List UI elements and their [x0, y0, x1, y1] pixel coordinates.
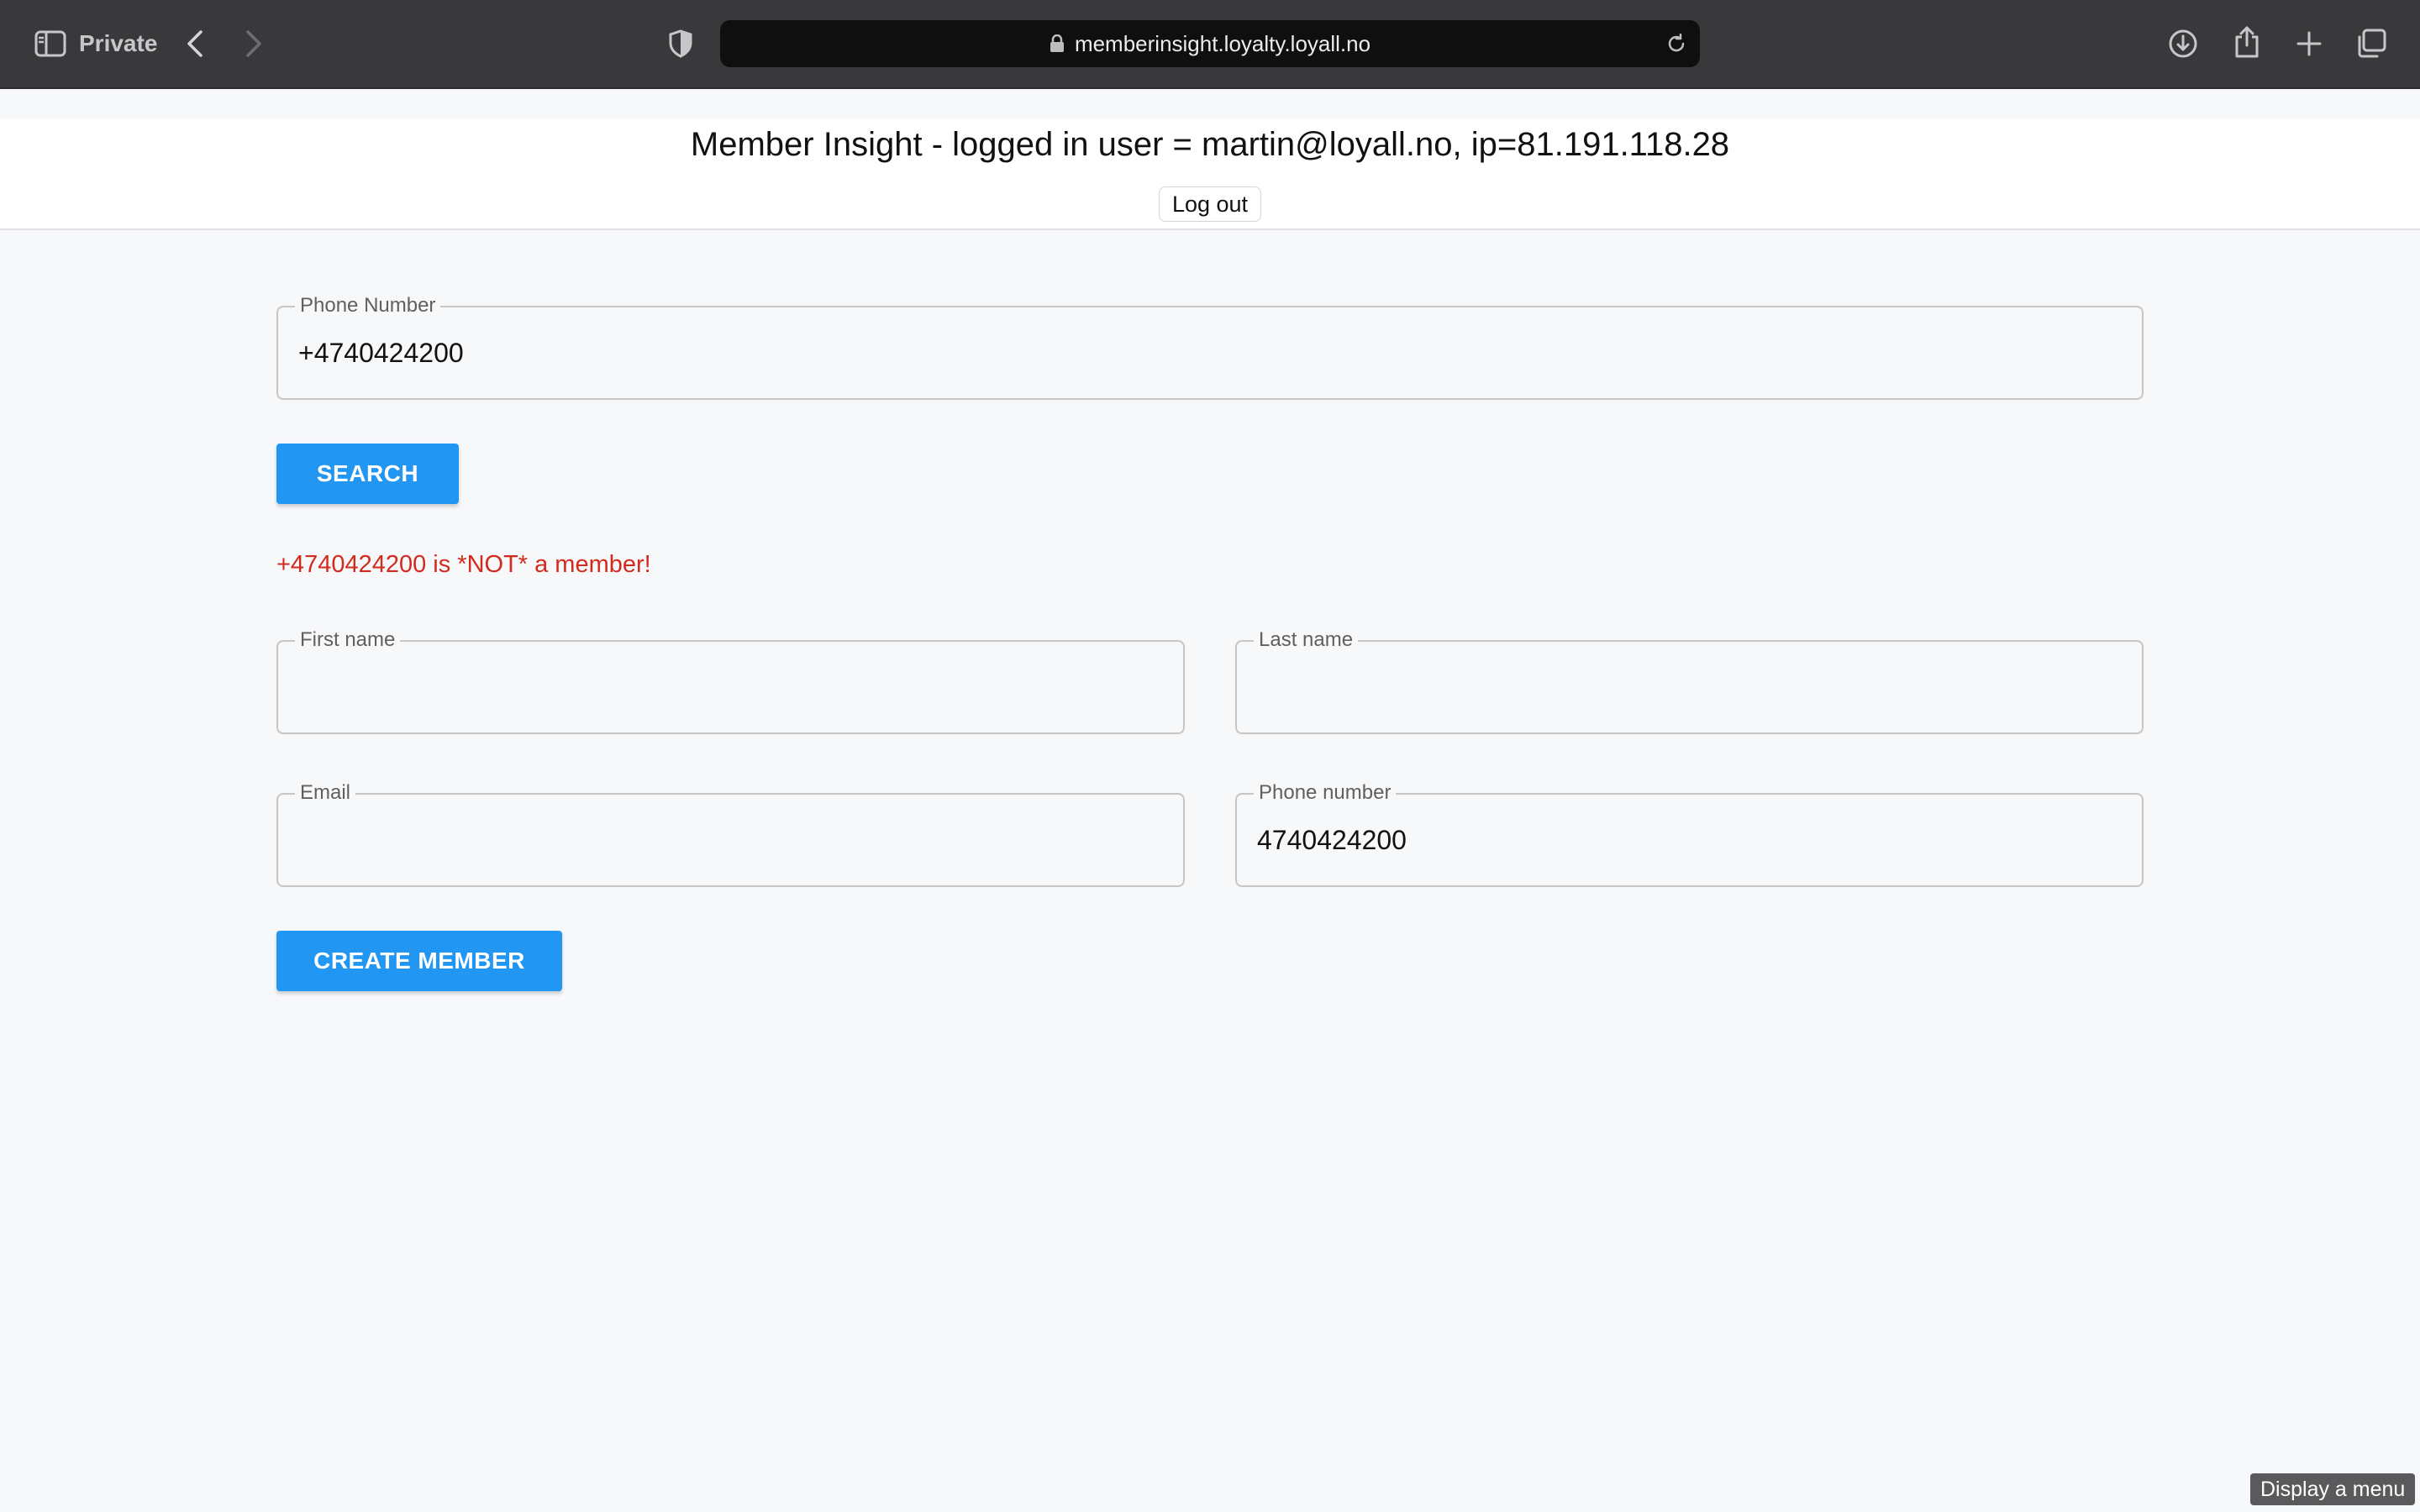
new-tab-icon[interactable]	[2292, 27, 2326, 60]
reload-icon[interactable]	[1665, 32, 1688, 55]
forward-icon[interactable]	[237, 25, 271, 62]
phone-search-field[interactable]: Phone Number	[276, 294, 2144, 400]
phone-number-input[interactable]	[1257, 795, 2122, 885]
not-member-message: +4740424200 is *NOT* a member!	[276, 551, 651, 578]
logout-button[interactable]: Log out	[1159, 186, 1261, 222]
lock-icon	[1050, 34, 1064, 52]
back-icon[interactable]	[178, 25, 212, 62]
page-title: Member Insight - logged in user = martin…	[690, 126, 1730, 163]
email-input[interactable]	[298, 795, 1163, 885]
search-button[interactable]: SEARCH	[276, 444, 459, 504]
last-name-input[interactable]	[1257, 642, 2122, 732]
browser-toolbar: Private memberinsight.loyalty.loyall.no	[0, 0, 2420, 89]
phone-number-field[interactable]: Phone number	[1235, 781, 2144, 887]
address-bar[interactable]: memberinsight.loyalty.loyall.no	[720, 20, 1700, 67]
first-name-field[interactable]: First name	[276, 628, 1185, 734]
last-name-field[interactable]: Last name	[1235, 628, 2144, 734]
phone-search-input[interactable]	[298, 307, 2122, 398]
private-mode-label: Private	[79, 30, 158, 56]
first-name-input[interactable]	[298, 642, 1163, 732]
menu-tooltip: Display a menu	[2250, 1473, 2416, 1505]
share-icon[interactable]	[2230, 24, 2264, 60]
sidebar-toggle-icon[interactable]	[34, 27, 67, 60]
create-member-button[interactable]: CREATE MEMBER	[276, 931, 562, 991]
tab-overview-icon[interactable]	[2354, 27, 2388, 60]
url-text: memberinsight.loyalty.loyall.no	[1074, 30, 1371, 56]
download-icon[interactable]	[2166, 27, 2200, 60]
privacy-shield-icon[interactable]	[664, 27, 697, 60]
email-field[interactable]: Email	[276, 781, 1185, 887]
